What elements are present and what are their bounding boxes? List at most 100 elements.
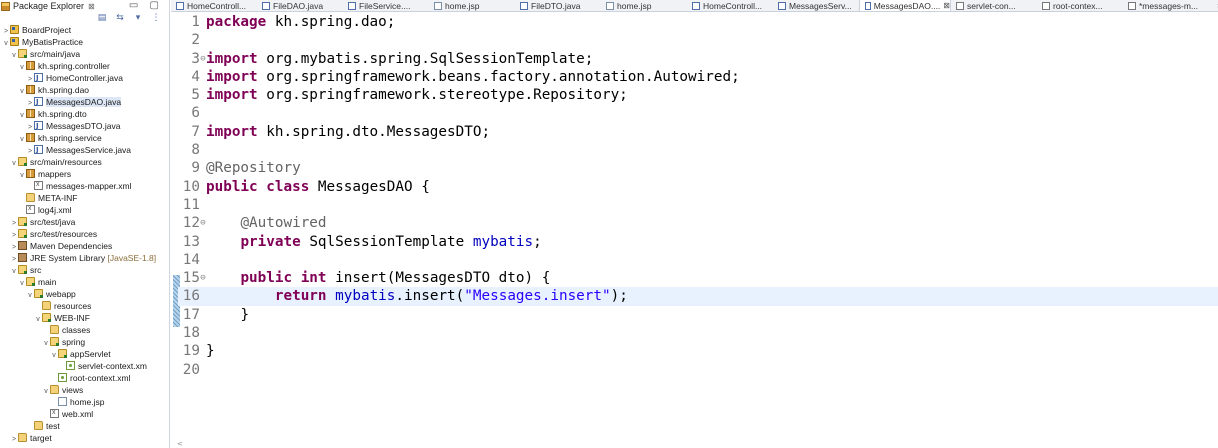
code-line[interactable]: 6 — [178, 104, 1218, 122]
editor-tab-label: FileDAO.java — [273, 1, 324, 11]
tree-item[interactable]: v views — [0, 384, 169, 396]
tree-item[interactable]: v kh.spring.controller — [0, 60, 169, 72]
tree-item[interactable]: test — [0, 420, 169, 432]
editor-tab[interactable]: servlet-con... — [951, 0, 1037, 11]
code-line[interactable]: 14 — [178, 251, 1218, 269]
code-lines: 1 package kh.spring.dao; 2 3 ⊖ import org.myb… — [178, 13, 1218, 379]
code-line[interactable]: 5 import org.springframework.stereotype.R… — [178, 86, 1218, 104]
tree-item[interactable]: v WEB-INF — [0, 312, 169, 324]
tree-item[interactable]: v src/main/resources — [0, 156, 169, 168]
editor-tab[interactable]: HomeControll... — [687, 0, 773, 11]
line-number: 19 — [182, 343, 200, 360]
tree-item[interactable]: > BoardProject — [0, 24, 169, 36]
link-with-editor-icon[interactable]: ⇆ — [115, 13, 125, 23]
java-file-icon — [865, 2, 871, 10]
code-line[interactable]: 1 package kh.spring.dao; — [178, 13, 1218, 31]
tree-item-label: MessagesService.java — [46, 145, 132, 155]
view-menu-icon[interactable]: ▾ — [133, 13, 143, 23]
code-line[interactable]: 9 @Repository — [178, 159, 1218, 177]
code-line[interactable]: 7 import kh.spring.dto.MessagesDTO; — [178, 123, 1218, 141]
editor-tab[interactable]: home.jsp — [429, 0, 515, 11]
tree-item[interactable]: log4j.xml — [0, 203, 169, 216]
tree-item[interactable]: >MessagesDTO.java — [0, 120, 169, 132]
tree-item[interactable]: web.xml — [0, 407, 169, 420]
tabs-overflow-indicator[interactable]: »14 — [1209, 0, 1218, 11]
editor-tab[interactable]: MessagesServ... — [773, 0, 859, 11]
horizontal-scrollbar[interactable]: < — [171, 440, 1218, 448]
tree-item[interactable]: home.jsp — [0, 396, 169, 408]
editor-tab[interactable]: FileService.... — [343, 0, 429, 11]
tree-item[interactable]: v src — [0, 264, 169, 276]
line-number: 8 — [191, 142, 200, 159]
tree-item[interactable]: root-context.xml — [0, 372, 169, 384]
code-line[interactable]: 8 — [178, 141, 1218, 159]
tree-item[interactable]: v webapp — [0, 288, 169, 300]
close-tab-icon[interactable]: ⊠ — [943, 0, 950, 11]
code-line[interactable]: 10 public class MessagesDAO { — [178, 178, 1218, 196]
minimize-maximize-icons[interactable]: ▭ ▢ — [129, 0, 163, 11]
close-icon[interactable]: ⊠ — [88, 2, 95, 11]
code-line[interactable]: 15 ⊖ public int insert(MessagesDTO dto) { — [178, 269, 1218, 287]
line-number: 15 — [182, 270, 200, 287]
tree-item-label: MessagesDAO.java — [46, 97, 122, 107]
xml-file-icon — [1042, 2, 1050, 10]
tree-item[interactable]: v mappers — [0, 168, 169, 180]
editor-tab-label: root-contex... — [1053, 1, 1103, 11]
scroll-left-icon[interactable]: < — [177, 440, 183, 448]
code-line[interactable]: 11 — [178, 196, 1218, 214]
tree-item[interactable]: > src/test/resources — [0, 228, 169, 240]
code-line[interactable]: 13 private SqlSessionTemplate mybatis; — [178, 233, 1218, 251]
tree-item[interactable]: > src/test/java — [0, 216, 169, 228]
collapse-all-icon[interactable]: ▤ — [97, 13, 107, 23]
editor-tab[interactable]: HomeControll... — [171, 0, 257, 11]
code-line[interactable]: 20 — [178, 361, 1218, 379]
java-file-icon — [520, 2, 528, 10]
tree-item[interactable]: META-INF — [0, 192, 169, 204]
tree-item[interactable]: >HomeController.java — [0, 72, 169, 84]
code-line[interactable]: 16 return mybatis.insert("Messages.inser… — [178, 287, 1218, 306]
xml-icon — [50, 407, 59, 419]
editor-tab[interactable]: home.jsp — [601, 0, 687, 11]
tree-item[interactable]: >MessagesService.java — [0, 144, 169, 156]
tree-item[interactable]: v kh.spring.dto — [0, 108, 169, 120]
package-icon — [26, 61, 35, 70]
editor-tab[interactable]: FileDTO.java — [515, 0, 601, 11]
tree-item[interactable]: messages-mapper.xml — [0, 179, 169, 192]
editor-tab[interactable]: MessagesDAO.... ⊠ — [859, 0, 951, 11]
tree-item-label: views — [62, 385, 84, 395]
tree-item[interactable]: > JRE System Library [JavaSE-1.8] — [0, 252, 169, 264]
tree-item[interactable]: v src/main/java — [0, 48, 169, 60]
explorer-title[interactable]: Package Explorer — [13, 1, 84, 11]
tree-item[interactable]: servlet-context.xm — [0, 360, 169, 372]
editor-tab[interactable]: *messages-m... — [1123, 0, 1209, 11]
tree-item-label: test — [46, 421, 60, 431]
editor-tab[interactable]: FileDAO.java — [257, 0, 343, 11]
code-text: } — [206, 342, 215, 360]
tree-item[interactable]: v main — [0, 276, 169, 288]
tree-item[interactable]: v spring — [0, 336, 169, 348]
code-line[interactable]: 3 ⊖ import org.mybatis.spring.SqlSessionTe… — [178, 50, 1218, 68]
tree-item[interactable]: resources — [0, 300, 169, 312]
code-line[interactable]: 18 — [178, 324, 1218, 342]
tree-item[interactable]: > target — [0, 432, 169, 444]
more-options-icon[interactable]: ⋮ — [151, 13, 161, 23]
code-token: kh.spring.dao; — [274, 14, 396, 30]
tree-item[interactable]: classes — [0, 324, 169, 336]
tree-item-label: appServlet — [70, 349, 111, 359]
line-number: 20 — [182, 361, 200, 378]
tree-item[interactable]: v MyBatisPractice — [0, 36, 169, 48]
code-line[interactable]: 19} — [178, 342, 1218, 360]
code-line[interactable]: 4 import org.springframework.beans.factor… — [178, 68, 1218, 86]
tree-item[interactable]: v kh.spring.service — [0, 132, 169, 144]
tree-item[interactable]: v kh.spring.dao — [0, 84, 169, 96]
code-line[interactable]: 17 } — [178, 306, 1218, 324]
tree-item[interactable]: > Maven Dependencies — [0, 240, 169, 252]
code-line[interactable]: 12 ⊖ @Autowired — [178, 214, 1218, 232]
code-line[interactable]: 2 — [178, 31, 1218, 49]
tree-item[interactable]: v appServlet — [0, 348, 169, 360]
chevron-right-icon[interactable]: > — [10, 434, 18, 446]
code-editor[interactable]: 1 package kh.spring.dao; 2 3 ⊖ import org.myb… — [171, 13, 1218, 448]
editor-tab[interactable]: root-contex... — [1037, 0, 1123, 11]
package-explorer: Package Explorer ⊠ ▭ ▢ ▤ ⇆ ▾ ⋮ > BoardPro… — [0, 0, 170, 448]
tree-item[interactable]: >MessagesDAO.java — [0, 96, 169, 108]
